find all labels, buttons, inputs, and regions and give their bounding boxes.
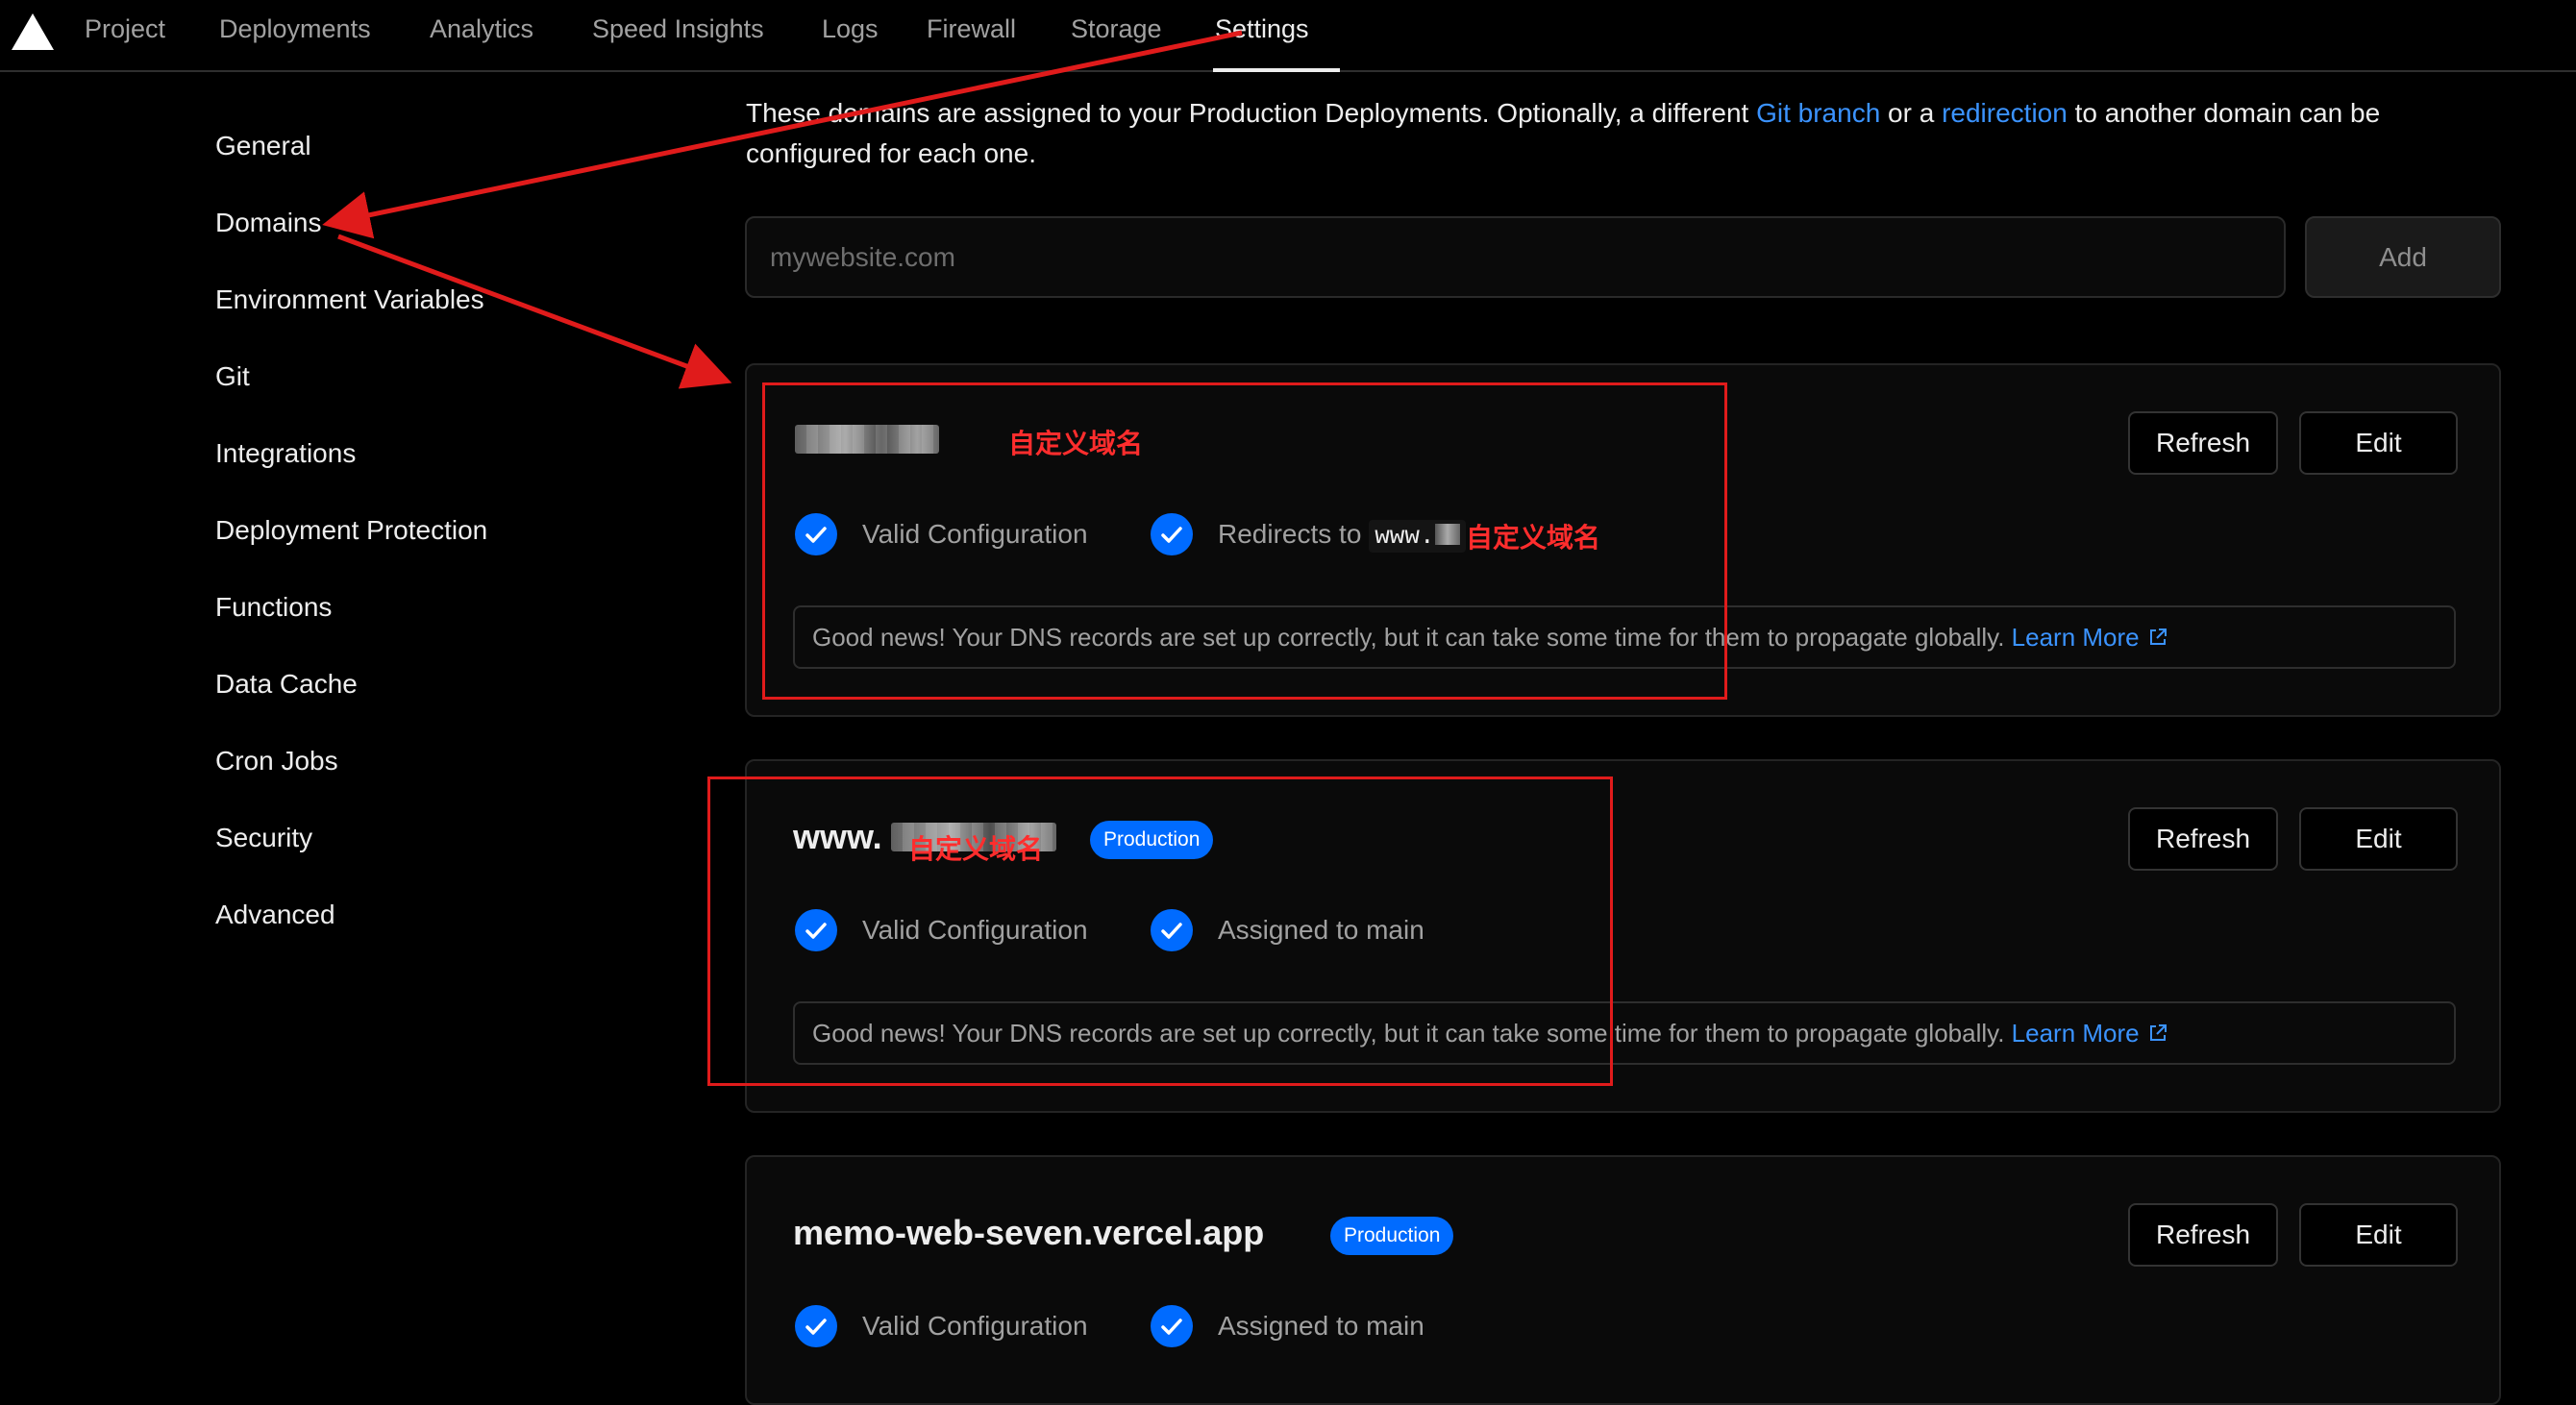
refresh-button[interactable]: Refresh <box>2128 411 2278 475</box>
domain-title: www. <box>793 817 882 856</box>
redacted-domain-name <box>795 425 939 454</box>
tab-storage[interactable]: Storage <box>1071 14 1162 44</box>
production-badge: Production <box>1090 821 1214 859</box>
learn-more-link[interactable]: Learn More <box>2012 623 2140 653</box>
redacted-block <box>1434 524 1460 545</box>
sidebar-item-cron-jobs[interactable]: Cron Jobs <box>215 746 338 776</box>
refresh-button[interactable]: Refresh <box>2128 807 2278 871</box>
check-circle-icon <box>795 1305 837 1347</box>
tab-settings[interactable]: Settings <box>1215 14 1309 44</box>
tab-logs[interactable]: Logs <box>822 14 879 44</box>
domain-card-vercel-app: memo-web-seven.vercel.app Production Ref… <box>745 1155 2501 1405</box>
valid-configuration-label: Valid Configuration <box>862 1311 1088 1341</box>
dns-info-note: Good news! Your DNS records are set up c… <box>793 605 2456 669</box>
assigned-branch-label: Assigned to main <box>1218 915 1424 945</box>
sidebar-item-environment-variables[interactable]: Environment Variables <box>215 284 484 315</box>
custom-domain-annotation: 自定义域名 <box>1466 522 1601 554</box>
intro-text-1: These domains are assigned to your Produ… <box>746 98 1757 128</box>
domain-card-www: www. 自定义域名 Production Refresh Edit Valid… <box>745 759 2501 1113</box>
sidebar-item-security[interactable]: Security <box>215 823 312 853</box>
assigned-branch-label: Assigned to main <box>1218 1311 1424 1341</box>
dns-note-text: Good news! Your DNS records are set up c… <box>812 1018 2005 1048</box>
check-circle-icon <box>1151 513 1193 555</box>
domain-input[interactable] <box>745 216 2286 298</box>
git-branch-link[interactable]: Git branch <box>1756 98 1880 128</box>
domain-card-apex: 自定义域名 Refresh Edit Valid Configuration R… <box>745 363 2501 717</box>
active-tab-indicator <box>1213 68 1340 72</box>
redirect-target-prefix: www. <box>1375 522 1435 551</box>
dns-info-note: Good news! Your DNS records are set up c… <box>793 1001 2456 1065</box>
dns-note-text: Good news! Your DNS records are set up c… <box>812 622 2005 652</box>
learn-more-link[interactable]: Learn More <box>2012 1019 2140 1048</box>
redirect-target[interactable]: www. <box>1369 520 1466 553</box>
top-navigation: Project Deployments Analytics Speed Insi… <box>0 0 2576 72</box>
production-badge: Production <box>1330 1217 1454 1255</box>
sidebar-item-deployment-protection[interactable]: Deployment Protection <box>215 515 487 546</box>
sidebar-item-functions[interactable]: Functions <box>215 592 332 623</box>
sidebar-item-general[interactable]: General <box>215 131 311 161</box>
tab-speed-insights[interactable]: Speed Insights <box>592 14 764 44</box>
sidebar-item-data-cache[interactable]: Data Cache <box>215 669 358 700</box>
sidebar-item-integrations[interactable]: Integrations <box>215 438 356 469</box>
sidebar-item-advanced[interactable]: Advanced <box>215 900 335 930</box>
valid-configuration-label: Valid Configuration <box>862 915 1088 945</box>
custom-domain-annotation: 自定义域名 <box>908 833 1044 865</box>
domain-title: memo-web-seven.vercel.app <box>793 1213 1265 1252</box>
check-circle-icon <box>1151 1305 1193 1347</box>
intro-text-2: or a <box>1880 98 1943 128</box>
edit-button[interactable]: Edit <box>2299 1203 2458 1267</box>
check-circle-icon <box>795 909 837 951</box>
sidebar-item-domains[interactable]: Domains <box>215 208 321 238</box>
external-link-icon[interactable] <box>2147 627 2168 648</box>
external-link-icon[interactable] <box>2147 1023 2168 1044</box>
edit-button[interactable]: Edit <box>2299 411 2458 475</box>
check-circle-icon <box>795 513 837 555</box>
check-circle-icon <box>1151 909 1193 951</box>
redirection-link[interactable]: redirection <box>1942 98 2068 128</box>
redirects-to-label: Redirects to www. <box>1218 519 1466 553</box>
tab-deployments[interactable]: Deployments <box>219 14 371 44</box>
vercel-logo-icon[interactable] <box>12 13 54 50</box>
valid-configuration-label: Valid Configuration <box>862 519 1088 549</box>
sidebar-item-git[interactable]: Git <box>215 361 250 392</box>
redirects-to-text: Redirects to <box>1218 519 1362 549</box>
add-domain-button[interactable]: Add <box>2305 216 2501 298</box>
tab-firewall[interactable]: Firewall <box>927 14 1016 44</box>
edit-button[interactable]: Edit <box>2299 807 2458 871</box>
tab-project[interactable]: Project <box>85 14 165 44</box>
tab-analytics[interactable]: Analytics <box>430 14 533 44</box>
custom-domain-annotation: 自定义域名 <box>1008 428 1144 459</box>
domains-description: These domains are assigned to your Produ… <box>746 93 2466 174</box>
refresh-button[interactable]: Refresh <box>2128 1203 2278 1267</box>
